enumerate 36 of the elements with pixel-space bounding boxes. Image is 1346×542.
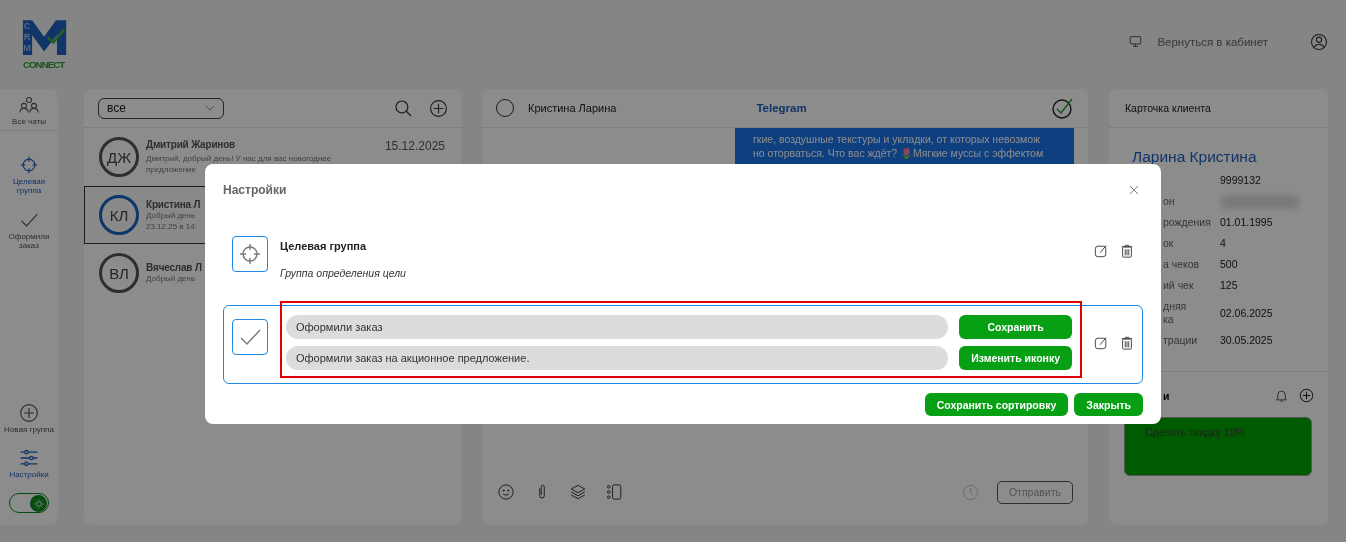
contact-name: Дмитрий Жаринов (146, 139, 236, 152)
message-text: гкие, воздушные текстуры и укладки, от которых невозмож (753, 132, 1040, 146)
field-label: рождения (1163, 215, 1212, 230)
field-value: 30.05.2025 (1220, 333, 1274, 348)
avatar: ДЖ (99, 137, 139, 177)
message-preview: Добрый день (146, 210, 196, 221)
field-value: 125 (1220, 278, 1239, 293)
channel-name: Telegram (756, 102, 807, 114)
group-title: Целевая группа (280, 240, 368, 252)
field-value: 4 (1220, 236, 1227, 251)
avatar: ВЛ (99, 253, 139, 293)
contact-name: Кристина Л (146, 198, 201, 210)
message-preview: предложение (146, 164, 196, 175)
contact-name: Кристина Ларина (528, 102, 617, 114)
chat-date: 15.12.2025 (384, 139, 445, 153)
contact-name: Вячеслав Л (146, 262, 202, 273)
panel-title: Карточка клиента (1109, 89, 1328, 128)
section-title: и (1163, 389, 1170, 402)
field-label: он (1163, 194, 1176, 209)
field-label: а чеков (1163, 257, 1201, 272)
group-description: Группа определения цели (280, 267, 407, 279)
message-preview: Дмитрий, добрый день! У нас для вас новогоднее (146, 153, 332, 164)
field-label: трации (1163, 333, 1199, 348)
dialog-title: Настройки (223, 183, 287, 197)
field-value: 02.06.2025 (1220, 305, 1274, 321)
field-value: 9999132 (1220, 173, 1262, 188)
message-preview: Добрый день (146, 273, 196, 284)
message-text: но оторваться. Что вас ждёт? 🌷Мягкие муссы с эффектом (753, 146, 1044, 160)
message-preview: 23.12.25 в 14: (146, 220, 197, 232)
field-label: дняя ка (1163, 299, 1188, 327)
field-label: ок (1163, 236, 1175, 251)
field-value: 01.01.1995 (1220, 215, 1274, 230)
field-label: ий чек (1163, 278, 1195, 293)
field-value: 500 (1220, 257, 1239, 272)
client-name: Ларина Кристина (1131, 147, 1258, 166)
avatar: КЛ (99, 195, 139, 235)
